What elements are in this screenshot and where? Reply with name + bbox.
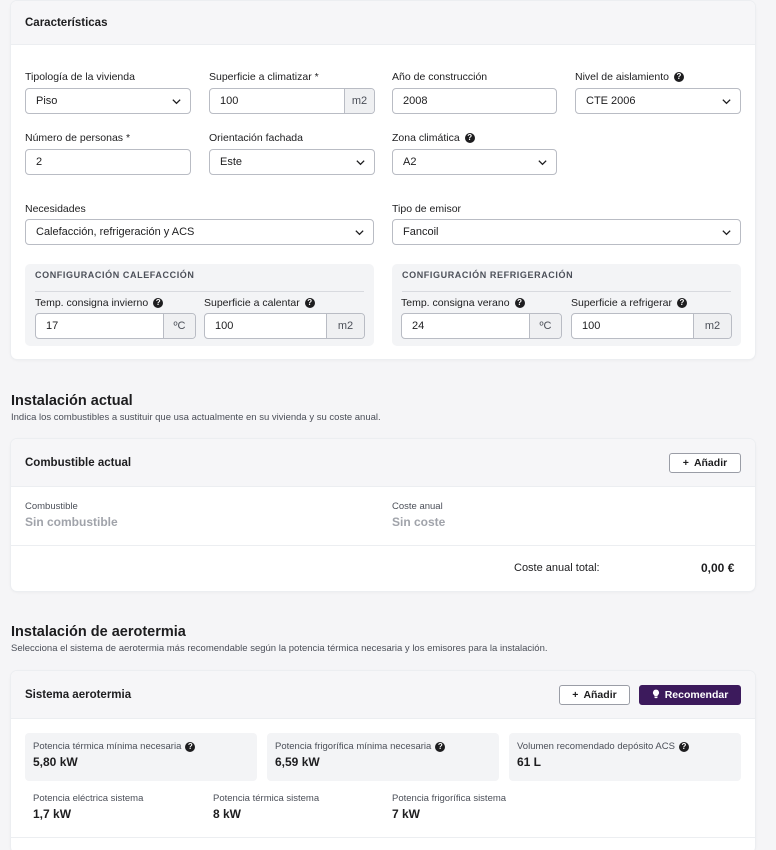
combustible-card-title: Combustible actual (11, 439, 755, 487)
coste-total-label: Coste anual total: (514, 562, 600, 574)
sup-refrigerar-value: 100 (582, 320, 601, 332)
temp-verano-input[interactable]: 24 ºC (401, 313, 562, 339)
personas-input[interactable]: 2 (25, 149, 191, 175)
necesidades-label: Necesidades (25, 203, 86, 215)
potencia-frigorifica-label: Potencia frigorífica sistema (392, 793, 507, 804)
help-icon[interactable]: ? (676, 298, 687, 308)
tipologia-select[interactable]: Piso (25, 88, 191, 114)
lightbulb-icon (652, 689, 660, 702)
chevron-down-icon (528, 150, 556, 174)
caracteristicas-title: Características (11, 1, 755, 45)
temp-invierno-value: 17 (46, 320, 59, 332)
sup-calentar-input[interactable]: 100 m2 (204, 313, 365, 339)
necesidades-select[interactable]: Calefacción, refrigeración y ACS (25, 219, 374, 245)
orientacion-select[interactable]: Este (209, 149, 375, 175)
config-calefaccion-panel: CONFIGURACIÓN CALEFACCIÓN Temp. consigna… (25, 264, 374, 346)
combustible-value: Sin combustible (25, 515, 118, 529)
temp-invierno-unit: ºC (163, 314, 195, 338)
temp-verano-value: 24 (412, 320, 425, 332)
sup-calentar-unit: m2 (326, 314, 364, 338)
recomendar-button[interactable]: Recomendar (639, 685, 741, 705)
aerotermia-title: Instalación de aerotermia (11, 624, 186, 640)
config-calefaccion-title: CONFIGURACIÓN CALEFACCIÓN (35, 270, 195, 280)
tipologia-value: Piso (36, 95, 58, 107)
superficie-unit: m2 (344, 89, 374, 113)
personas-value: 2 (36, 156, 43, 168)
aislamiento-value: CTE 2006 (586, 95, 636, 107)
tipologia-label: Tipología de la vivienda (25, 71, 135, 83)
help-icon[interactable]: ? (435, 741, 446, 752)
zona-value: A2 (403, 156, 417, 168)
stat-volumen-deposito: Volumen recomendado depósito ACS? 61 L (509, 733, 741, 781)
chevron-down-icon (712, 89, 740, 113)
superficie-label: Superficie a climatizar * (209, 71, 319, 83)
emisor-value: Fancoil (403, 226, 439, 238)
anio-input[interactable]: 2008 (392, 88, 557, 114)
anio-value: 2008 (403, 95, 428, 107)
orientacion-label: Orientación fachada (209, 132, 303, 144)
sup-refrigerar-input[interactable]: 100 m2 (571, 313, 732, 339)
chevron-down-icon (162, 89, 190, 113)
chevron-down-icon (345, 220, 373, 244)
instalacion-actual-subtitle: Indica los combustibles a sustituir que … (11, 412, 381, 423)
stat-potencia-frigorifica-minima: Potencia frigorífica mínima necesaria? 6… (267, 733, 499, 781)
divider (35, 291, 364, 292)
help-icon[interactable]: ? (185, 741, 196, 752)
add-sistema-button[interactable]: + Añadir (559, 685, 630, 705)
config-refrigeracion-title: CONFIGURACIÓN REFRIGERACIÓN (402, 270, 574, 280)
necesidades-value: Calefacción, refrigeración y ACS (36, 226, 195, 238)
temp-verano-unit: ºC (529, 314, 561, 338)
emisor-label: Tipo de emisor (392, 203, 462, 215)
plus-icon: + (682, 457, 689, 469)
aerotermia-subtitle: Selecciona el sistema de aerotermia más … (11, 643, 548, 654)
sup-calentar-label: Superficie a calentar? (204, 297, 315, 309)
potencia-termica-value: 8 kW (213, 807, 242, 821)
potencia-electrica-value: 1,7 kW (33, 807, 72, 821)
instalacion-actual-title: Instalación actual (11, 393, 133, 409)
sup-refrigerar-label: Superficie a refrigerar? (571, 297, 687, 309)
emisor-select[interactable]: Fancoil (392, 219, 741, 245)
combustible-label: Combustible (25, 501, 78, 512)
divider (11, 545, 755, 546)
help-icon[interactable]: ? (678, 741, 689, 752)
zona-label: Zona climática? (392, 132, 475, 144)
potencia-frigorifica-value: 7 kW (392, 807, 421, 821)
superficie-value: 100 (220, 95, 239, 107)
plus-icon: + (572, 689, 579, 701)
help-icon[interactable]: ? (464, 133, 475, 143)
chevron-down-icon (712, 220, 740, 244)
sistema-aerotermia-card: Sistema aerotermia + Añadir Recomendar Po… (11, 671, 755, 850)
potencia-electrica-label: Potencia eléctrica sistema (33, 793, 144, 804)
add-combustible-button[interactable]: + Añadir (669, 453, 741, 473)
chevron-down-icon (346, 150, 374, 174)
divider (11, 837, 755, 838)
help-icon[interactable]: ? (304, 298, 315, 308)
help-icon[interactable]: ? (673, 72, 684, 82)
caracteristicas-card: Características Tipología de la vivienda… (11, 1, 755, 359)
coste-total-value: 0,00 € (701, 561, 735, 575)
superficie-input[interactable]: 100 m2 (209, 88, 375, 114)
divider (402, 291, 731, 292)
sup-refrigerar-unit: m2 (693, 314, 731, 338)
coste-value: Sin coste (392, 515, 446, 529)
help-icon[interactable]: ? (153, 298, 164, 308)
potencia-termica-label: Potencia térmica sistema (213, 793, 320, 804)
temp-invierno-label: Temp. consigna invierno? (35, 297, 164, 309)
temp-verano-label: Temp. consigna verano? (401, 297, 525, 309)
help-icon[interactable]: ? (514, 298, 525, 308)
combustible-card: Combustible actual + Añadir Combustible S… (11, 439, 755, 591)
config-refrigeracion-panel: CONFIGURACIÓN REFRIGERACIÓN Temp. consig… (392, 264, 741, 346)
personas-label: Número de personas * (25, 132, 131, 144)
stat-potencia-termica-minima: Potencia térmica mínima necesaria? 5,80 … (25, 733, 257, 781)
aislamiento-label: Nivel de aislamiento? (575, 71, 684, 83)
coste-label: Coste anual (392, 501, 443, 512)
zona-select[interactable]: A2 (392, 149, 557, 175)
orientacion-value: Este (220, 156, 243, 168)
aislamiento-select[interactable]: CTE 2006 (575, 88, 741, 114)
temp-invierno-input[interactable]: 17 ºC (35, 313, 196, 339)
sup-calentar-value: 100 (215, 320, 234, 332)
anio-label: Año de construcción (392, 71, 488, 83)
